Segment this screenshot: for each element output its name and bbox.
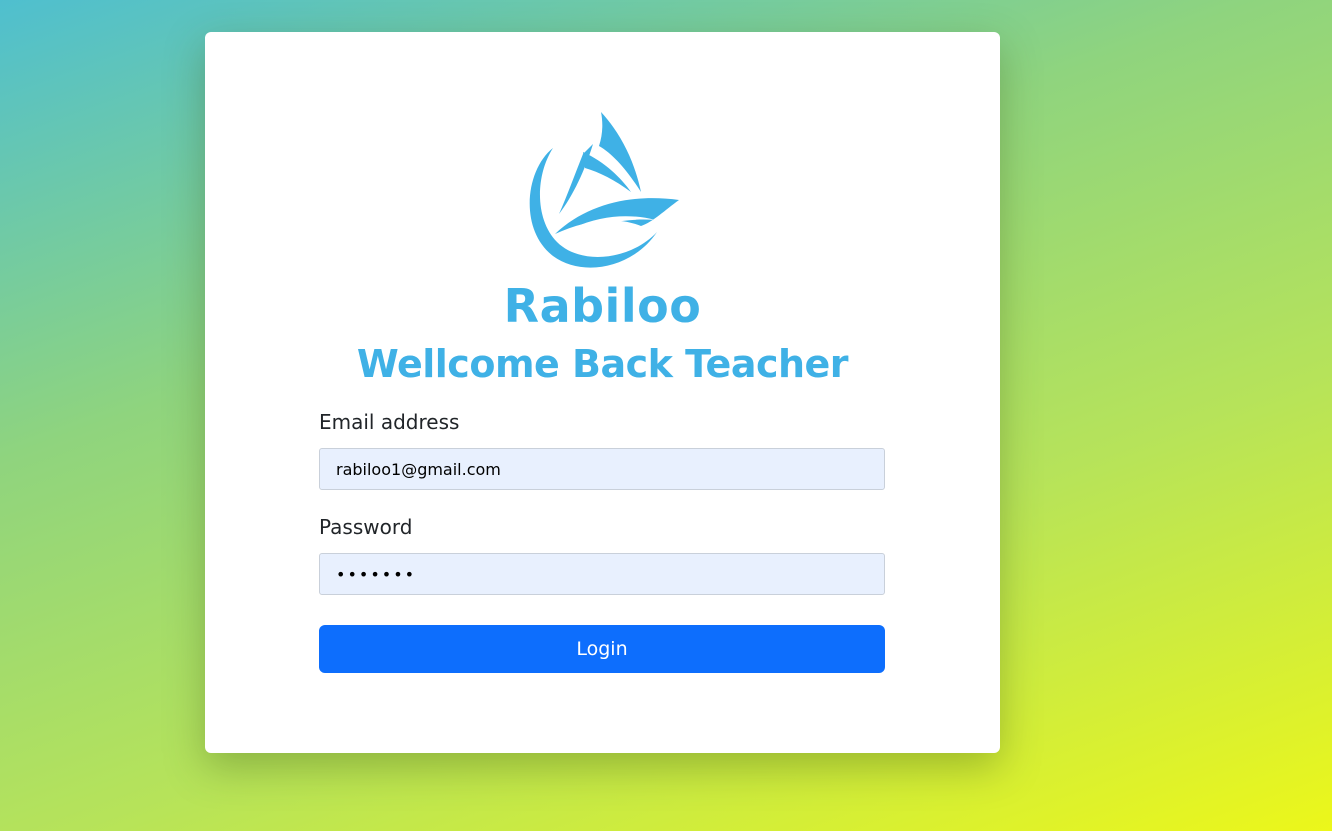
email-label: Email address: [319, 410, 460, 434]
brand-name: Rabiloo: [503, 279, 702, 333]
sailboat-logo-icon: [529, 112, 679, 268]
password-field[interactable]: [319, 553, 885, 595]
password-label: Password: [319, 515, 413, 539]
email-field[interactable]: [319, 448, 885, 490]
page-title: Wellcome Back Teacher: [356, 342, 849, 386]
login-button[interactable]: Login: [319, 625, 885, 673]
login-card: Rabiloo Wellcome Back Teacher Email addr…: [205, 32, 1000, 753]
